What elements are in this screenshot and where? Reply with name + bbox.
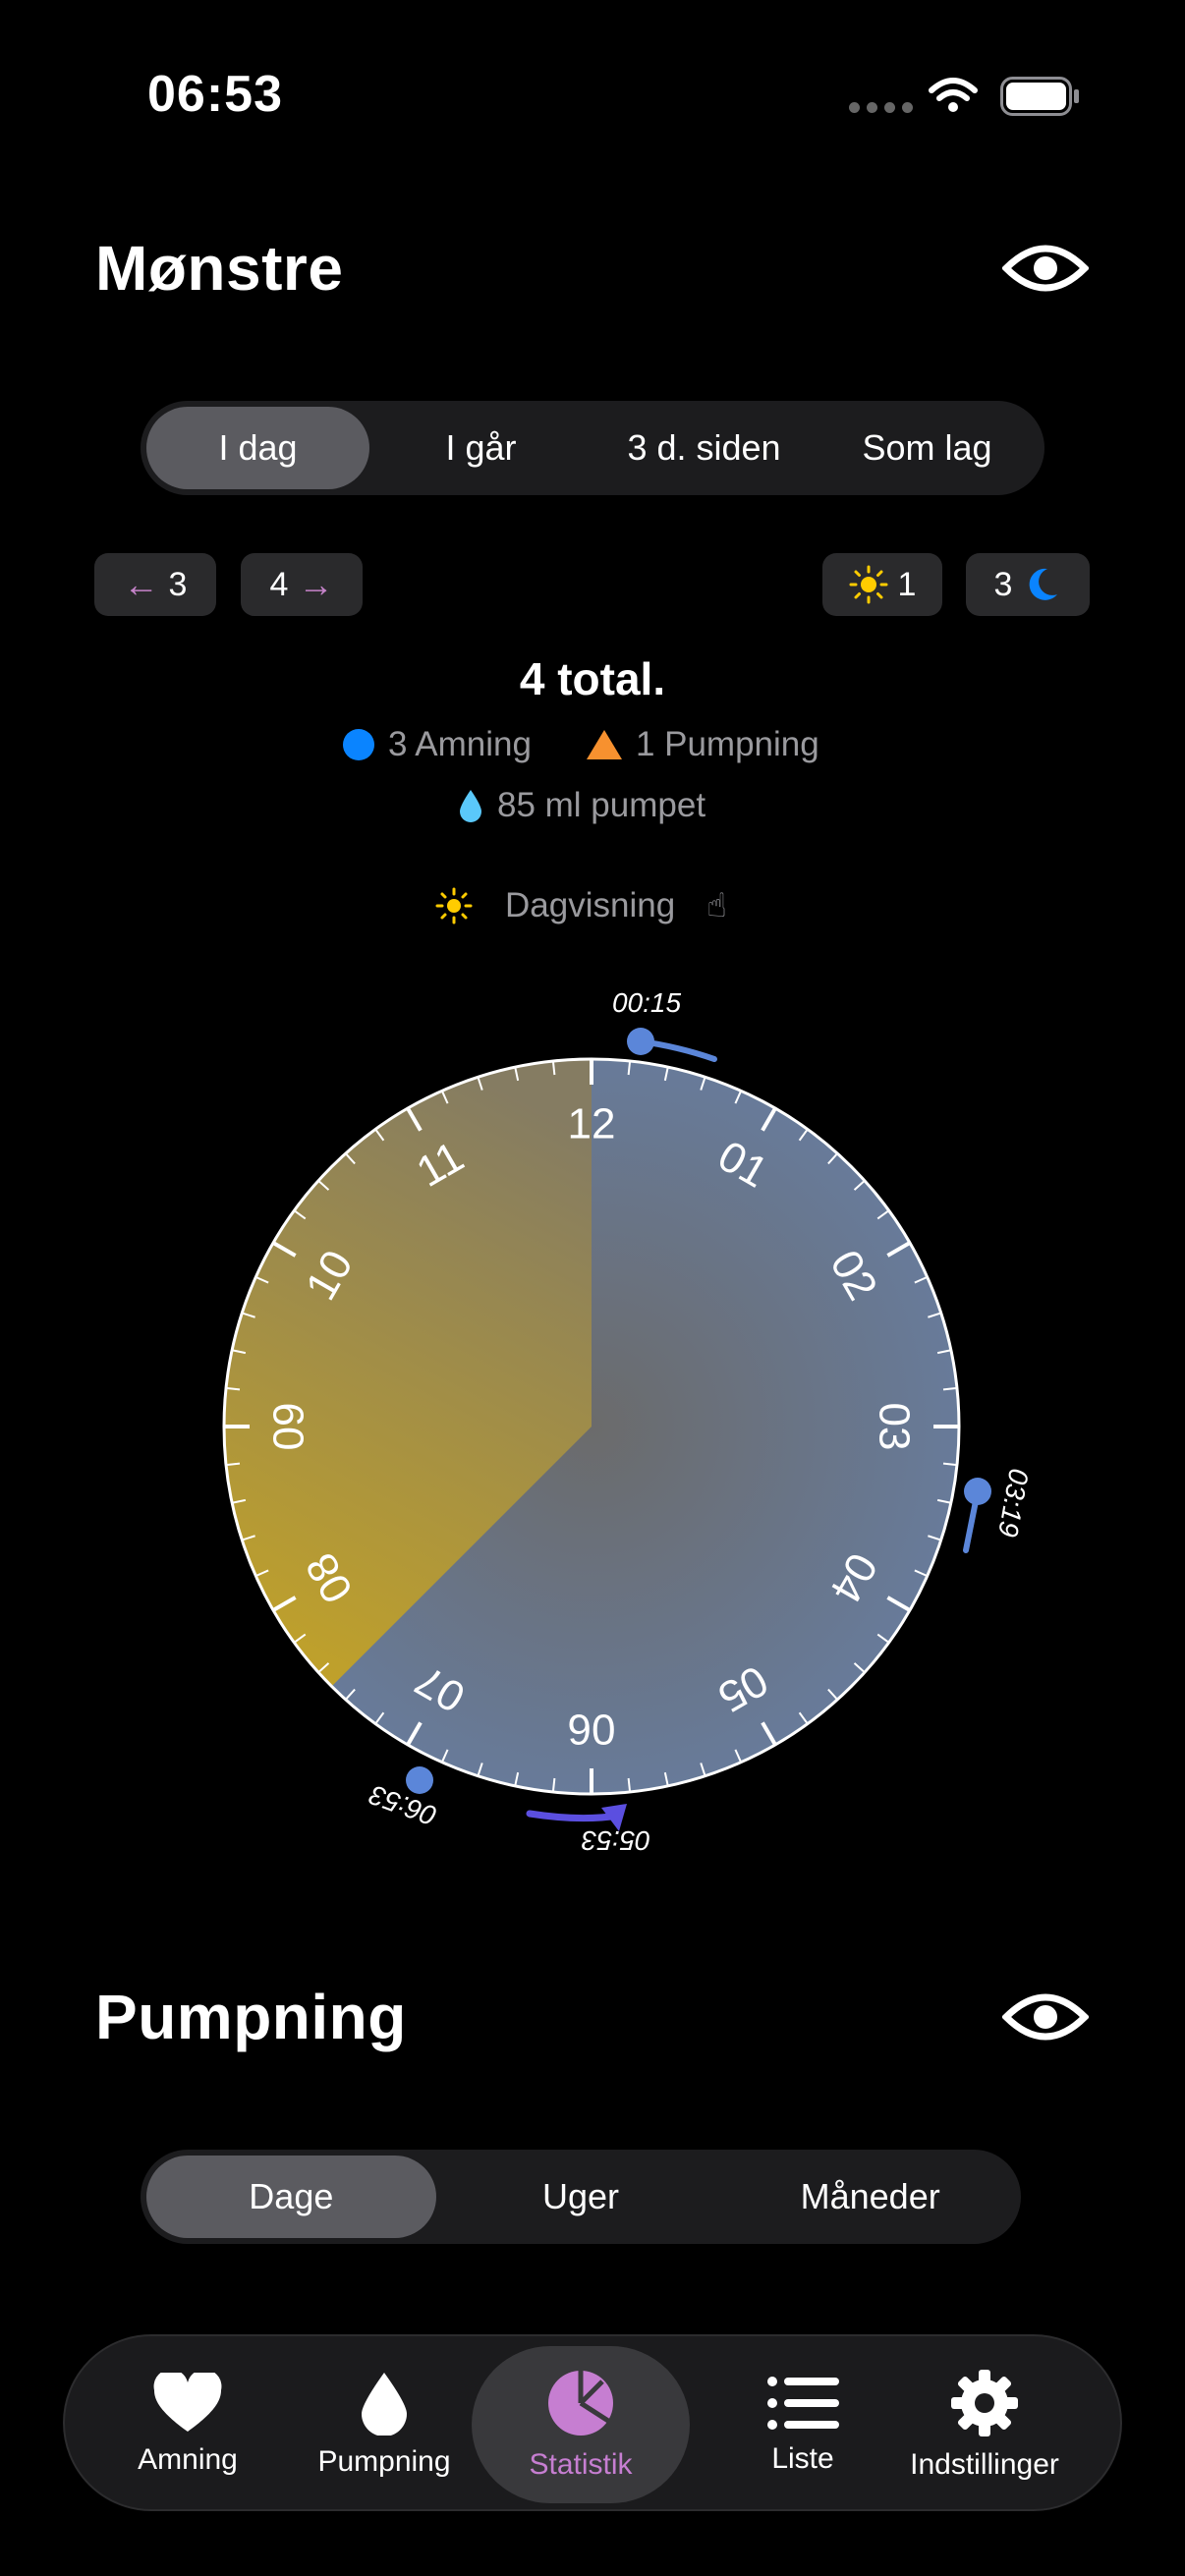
view-mode-toggle[interactable]: Dagvisning ☝: [434, 886, 727, 925]
tab-settings[interactable]: Indstillinger: [886, 2336, 1083, 2513]
tab-breastfeeding[interactable]: Amning: [104, 2336, 271, 2513]
pumping-period-segmented: Dage Uger Måneder: [141, 2150, 1021, 2244]
view-mode-label: Dagvisning: [505, 886, 676, 924]
event-marker[interactable]: [627, 1028, 654, 1055]
drop-icon: [362, 2373, 407, 2436]
tab-statistics[interactable]: Statistik: [472, 2346, 690, 2503]
nav-next-button[interactable]: 4 →: [241, 553, 363, 616]
tab-pumping[interactable]: Pumpning: [301, 2336, 468, 2513]
sun-icon: [849, 565, 888, 604]
tab-label: Pumpning: [317, 2445, 451, 2478]
pumping-title: Pumpning: [95, 1982, 407, 2052]
arrow-left-icon: ←: [123, 564, 159, 604]
pie-chart-icon: [548, 2371, 613, 2436]
eye-icon[interactable]: [1002, 239, 1089, 298]
total-text: 4 total.: [519, 653, 666, 704]
segment-as-layer[interactable]: Som lag: [816, 407, 1039, 489]
tap-hand-icon: ☝: [706, 887, 727, 924]
hour-label: 09: [265, 1403, 313, 1451]
heart-icon: [153, 2373, 222, 2432]
event-label: 03:19: [992, 1466, 1035, 1539]
patterns-title: Mønstre: [95, 233, 344, 304]
nav-prev-button[interactable]: ← 3: [94, 553, 216, 616]
tab-label: Indstillinger: [910, 2448, 1059, 2481]
event-label: 05:53: [582, 1825, 650, 1856]
wifi-icon: [929, 78, 978, 112]
list-icon: [767, 2377, 839, 2430]
breastfeeding-dot-icon: [343, 729, 374, 760]
status-time: 06:53: [147, 66, 283, 123]
segment-days[interactable]: Dage: [146, 2156, 436, 2238]
gear-icon: [951, 2370, 1018, 2436]
breastfeeding-count: 3 Amning: [388, 725, 532, 763]
hour-label: 06: [568, 1706, 616, 1754]
hour-label: 12: [568, 1100, 616, 1148]
tab-bar: Amning Pumpning Statistik Liste Indstill…: [63, 2334, 1122, 2511]
legend-row: 3 Amning 1 Pumpning: [343, 725, 819, 764]
pumping-count: 1 Pumpning: [635, 725, 819, 763]
hour-label: 03: [871, 1403, 919, 1451]
nav-next-count: 4: [269, 565, 289, 603]
signal-dots-icon: [849, 102, 913, 113]
day-range-segmented: I dag I går 3 d. siden Som lag: [141, 401, 1044, 495]
pump-arc: [526, 1810, 623, 1822]
eye-icon[interactable]: [1002, 1988, 1089, 2046]
night-count-chip[interactable]: 3: [966, 553, 1090, 616]
event-label: 00:15: [612, 987, 681, 1018]
tab-label: Liste: [771, 2442, 834, 2475]
pumped-row: 85 ml pumpet: [458, 786, 705, 825]
event-marker[interactable]: [406, 1766, 433, 1794]
tab-label: Amning: [138, 2443, 238, 2476]
arrow-right-icon: →: [298, 564, 334, 604]
nav-prev-count: 3: [168, 565, 188, 603]
moon-icon: [1030, 568, 1058, 600]
tab-label: Statistik: [529, 2448, 633, 2481]
segment-months[interactable]: Måneder: [725, 2156, 1015, 2238]
pumped-amount: 85 ml pumpet: [497, 786, 706, 824]
tab-list[interactable]: Liste: [719, 2336, 886, 2513]
pumping-triangle-icon: [586, 730, 622, 759]
sun-icon: [435, 887, 473, 924]
drop-icon: [460, 790, 481, 822]
day-count-chip[interactable]: 1: [822, 553, 942, 616]
segment-yesterday[interactable]: I går: [369, 407, 592, 489]
event-marker[interactable]: [964, 1478, 991, 1505]
segment-3-days-ago[interactable]: 3 d. siden: [592, 407, 816, 489]
day-count: 1: [897, 565, 917, 603]
segment-weeks[interactable]: Uger: [436, 2156, 726, 2238]
night-count: 3: [993, 565, 1013, 603]
segment-today[interactable]: I dag: [146, 407, 369, 489]
battery-icon: [1000, 77, 1079, 116]
clock-dial[interactable]: 120102030405060708091011 00:15 03:19 05:…: [0, 973, 1185, 1896]
